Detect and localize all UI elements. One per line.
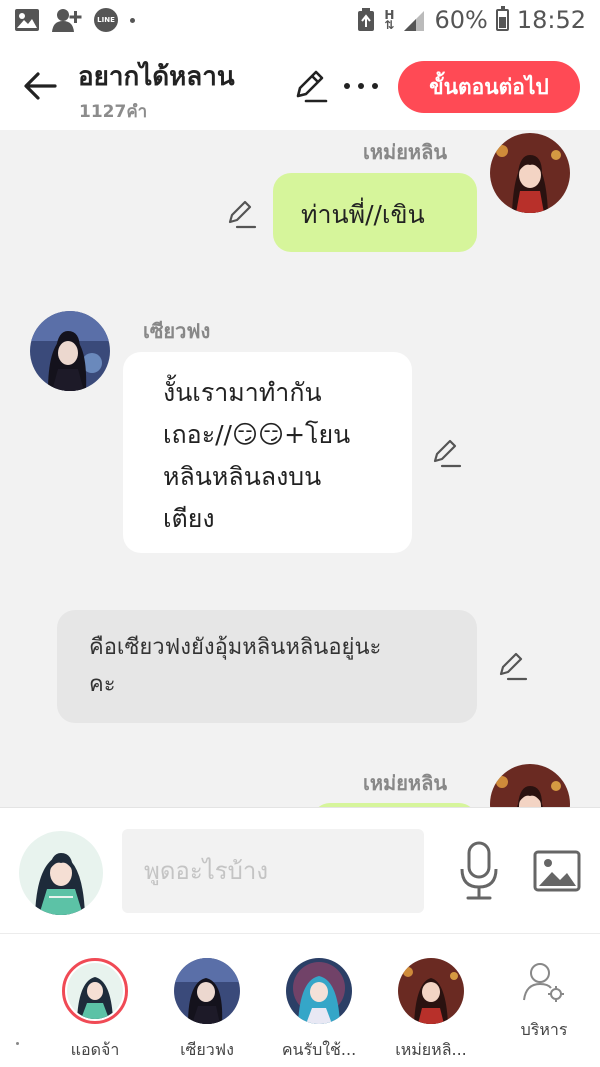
character-name: เซียวฟง [180,1040,234,1059]
more-dot-icon [344,83,350,89]
character-avatar [174,958,240,1024]
message-line: คือเซียวฟงยังอุ้มหลินหลินอยู่นะ [89,635,382,660]
more-dot-icon [372,83,378,89]
current-character-avatar[interactable] [19,831,103,915]
recycle-icon [358,8,375,31]
character-name: คนรับใช้... [281,1040,357,1059]
character-tab[interactable]: แอดจ้า [40,958,150,1063]
back-button[interactable] [20,66,60,106]
gallery-icon [15,9,39,31]
character-selector: แอดจ้า เซียวฟง คนรับใช้... เหม่ยหลิ... บ… [0,933,600,1067]
character-avatar [398,958,464,1024]
edit-message-icon[interactable] [225,198,257,230]
manage-label: บริหาร [520,1020,568,1039]
status-bar: LINE H ⇅ 60% 18:52 [0,0,600,46]
edit-message-icon[interactable] [496,650,528,682]
message-line: ท่านพี่//เขิน [301,200,425,229]
message-line: คะ [89,672,116,697]
battery-icon [495,6,509,31]
line-app-icon: LINE [94,8,118,32]
story-title: อยากได้หลาน [78,62,235,92]
user-settings-icon [523,963,564,1002]
speaker-name: เหม่ยหลิน [363,771,448,795]
h-network-icon: H ⇅ [384,8,395,32]
character-name: เหม่ยหลิ... [395,1040,467,1059]
image-upload-icon[interactable] [532,846,582,896]
notification-dot [130,17,135,23]
word-count: 1127คำ [79,102,148,122]
pencil-icon [296,70,328,103]
character-tab[interactable]: คนรับใช้... [264,958,374,1063]
message-line: เตียง [163,504,215,533]
back-arrow-icon [24,72,57,100]
narration-bubble[interactable]: คือเซียวฟงยังอุ้มหลินหลินอยู่นะ คะ [57,610,477,723]
signal-icon [404,11,425,31]
speaker-name: เหม่ยหลิน [363,140,448,164]
edit-message-icon[interactable] [430,437,462,469]
character-avatar [286,958,352,1024]
battery-percent: 60% [434,6,488,34]
microphone-icon[interactable] [454,841,504,901]
avatar-meilin[interactable] [490,133,570,213]
speaker-name: เซียวฟง [143,319,211,343]
message-bubble[interactable]: ท่านพี่//เขิน [273,173,477,252]
character-tab[interactable]: เซียวฟง [152,958,262,1063]
character-avatar [62,958,128,1024]
more-dot-icon [358,83,364,89]
next-step-button[interactable]: ขั้นตอนต่อไป [398,61,580,113]
edit-title-button[interactable] [292,68,328,104]
avatar-xiaofeng[interactable] [30,311,110,391]
message-line: เถอะ//😏😏+โยน [163,420,351,449]
chat-area[interactable]: เหม่ยหลิน ท่านพี่//เขิน เซียวฟง งั้นเราม… [0,130,600,807]
message-input[interactable] [122,829,424,913]
add-contact-icon [52,9,82,32]
clock: 18:52 [516,6,586,34]
character-tab[interactable]: เหม่ยหลิ... [376,958,486,1063]
more-options-button[interactable] [344,68,378,104]
message-line: หลินหลินลงบน [163,462,322,491]
top-bar: อยากได้หลาน 1127คำ ขั้นตอนต่อไป [0,46,600,130]
character-name: แอดจ้า [70,1040,120,1059]
page-dot [16,1042,19,1045]
message-line: งั้นเรามาทำกัน [163,378,322,407]
compose-bar [0,807,600,933]
avatar-meilin[interactable] [490,764,570,807]
manage-button[interactable]: บริหาร [494,960,594,1043]
message-bubble[interactable]: งั้นเรามาทำกัน เถอะ//😏😏+โยน หลินหลินลงบน… [123,352,412,553]
